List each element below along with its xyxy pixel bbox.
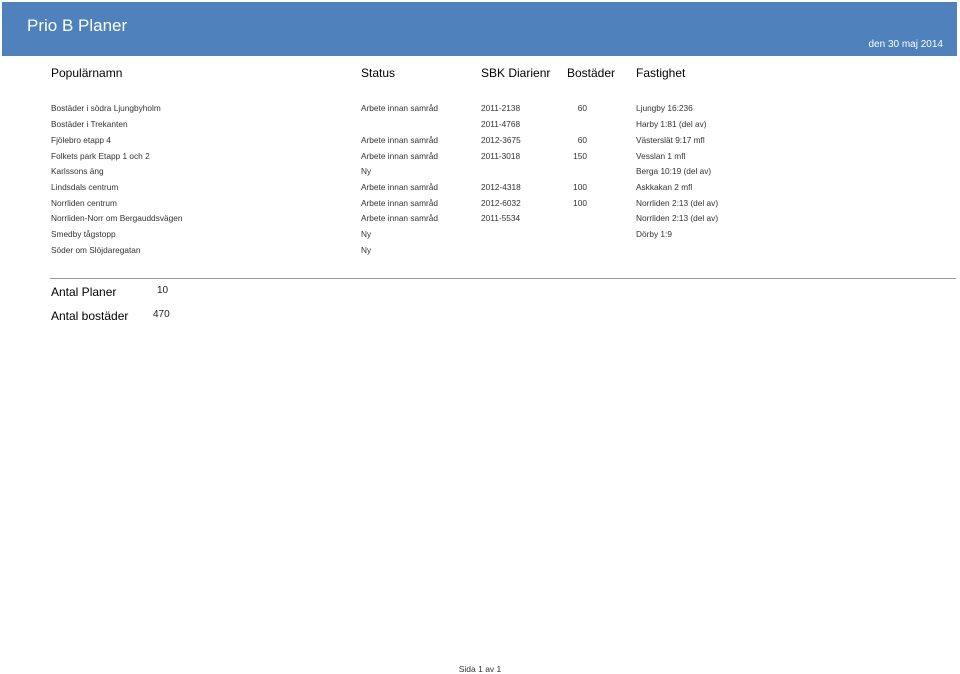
report-header: Prio B Planer den 30 maj 2014 bbox=[2, 2, 957, 56]
column-header-status: Status bbox=[361, 66, 396, 80]
cell-fastighet: Berga 10:19 (del av) bbox=[636, 166, 712, 176]
cell-name: Smedby tågstopp bbox=[51, 229, 116, 239]
column-header-bostader: Bostäder bbox=[567, 66, 616, 80]
cell-name: Karlssons äng bbox=[51, 166, 104, 176]
cell-fastighet: Dörby 1:9 bbox=[636, 229, 672, 239]
table-row: Lindsdals centrum Arbete innan samråd 20… bbox=[0, 182, 960, 198]
total-plans-value: 10 bbox=[157, 285, 169, 296]
cell-fastighet: Harby 1:81 (del av) bbox=[636, 119, 707, 129]
cell-bostader: 100 bbox=[573, 182, 587, 192]
cell-name: Söder om Slöjdaregatan bbox=[51, 245, 141, 255]
cell-status: Arbete innan samråd bbox=[361, 213, 439, 223]
cell-diarienr: 2011-2138 bbox=[481, 103, 521, 113]
table-row: Karlssons äng Ny Berga 10:19 (del av) bbox=[0, 166, 960, 182]
cell-bostader: 150 bbox=[573, 151, 587, 161]
cell-diarienr: 2011-3018 bbox=[481, 151, 521, 161]
report-title: Prio B Planer bbox=[27, 16, 128, 35]
cell-name: Bostäder i Trekanten bbox=[51, 119, 128, 129]
cell-name: Bostäder i södra Ljungbyholm bbox=[51, 103, 161, 113]
cell-status: Ny bbox=[361, 229, 372, 239]
total-housing-value: 470 bbox=[153, 309, 170, 320]
cell-name: Fjölebro etapp 4 bbox=[51, 135, 111, 145]
cell-status: Ny bbox=[361, 245, 372, 255]
total-plans-label: Antal Planer bbox=[51, 285, 117, 299]
cell-status: Arbete innan samråd bbox=[361, 182, 439, 192]
cell-bostader: 60 bbox=[577, 103, 587, 113]
table-row: Norrliden centrum Arbete innan samråd 20… bbox=[0, 198, 960, 214]
cell-bostader: 60 bbox=[577, 135, 587, 145]
cell-status: Arbete innan samråd bbox=[361, 135, 439, 145]
cell-name: Norrliden centrum bbox=[51, 198, 117, 208]
cell-fastighet: Norrliden 2:13 (del av) bbox=[636, 213, 719, 223]
cell-status: Arbete innan samråd bbox=[361, 198, 439, 208]
cell-name: Norrliden-Norr om Bergauddsvägen bbox=[51, 213, 183, 223]
cell-diarienr: 2012-4318 bbox=[481, 182, 521, 192]
column-header-name: Populärnamn bbox=[51, 66, 123, 80]
table-row: Folkets park Etapp 1 och 2 Arbete innan … bbox=[0, 151, 960, 167]
column-header-diarienr: SBK Diarienr bbox=[481, 66, 551, 80]
table-row: Bostäder i södra Ljungbyholm Arbete inna… bbox=[0, 103, 960, 119]
cell-bostader: 100 bbox=[573, 198, 587, 208]
cell-fastighet: Ljungby 16:236 bbox=[636, 103, 693, 113]
cell-name: Lindsdals centrum bbox=[51, 182, 119, 192]
cell-diarienr: 2011-5534 bbox=[481, 213, 521, 223]
total-housing-label: Antal bostäder bbox=[51, 309, 129, 323]
table-row: Söder om Slöjdaregatan Ny bbox=[0, 245, 960, 261]
cell-name: Folkets park Etapp 1 och 2 bbox=[51, 151, 150, 161]
table-row: Fjölebro etapp 4 Arbete innan samråd 201… bbox=[0, 135, 960, 151]
cell-fastighet: Västerslät 9:17 mfl bbox=[636, 135, 705, 145]
column-header-fastighet: Fastighet bbox=[636, 66, 686, 80]
cell-diarienr: 2011-4768 bbox=[481, 119, 521, 129]
report-date: den 30 maj 2014 bbox=[868, 39, 943, 50]
cell-diarienr: 2012-3675 bbox=[481, 135, 521, 145]
cell-diarienr: 2012-6032 bbox=[481, 198, 521, 208]
cell-fastighet: Norrliden 2:13 (del av) bbox=[636, 198, 719, 208]
table-row: Norrliden-Norr om Bergauddsvägen Arbete … bbox=[0, 213, 960, 229]
summary-divider bbox=[50, 278, 956, 279]
table-row: Smedby tågstopp Ny Dörby 1:9 bbox=[0, 229, 960, 245]
page-number: Sida 1 av 1 bbox=[458, 664, 502, 674]
cell-status: Ny bbox=[361, 166, 372, 176]
cell-status: Arbete innan samråd bbox=[361, 151, 439, 161]
cell-fastighet: Vesslan 1 mfl bbox=[636, 151, 686, 161]
table-row: Bostäder i Trekanten 2011-4768 Harby 1:8… bbox=[0, 119, 960, 135]
cell-fastighet: Askkakan 2 mfl bbox=[636, 182, 693, 192]
cell-status: Arbete innan samråd bbox=[361, 103, 439, 113]
